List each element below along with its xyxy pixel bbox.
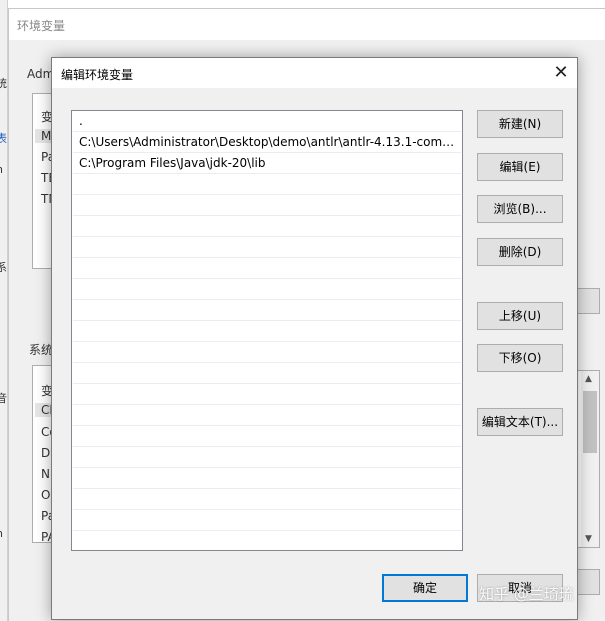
scroll-up-icon[interactable]: ▲ bbox=[585, 374, 592, 384]
path-row[interactable] bbox=[73, 321, 461, 342]
edge-text: n bbox=[0, 163, 3, 176]
move-up-button[interactable]: 上移(U) bbox=[477, 302, 563, 330]
path-row[interactable] bbox=[73, 363, 461, 384]
edge-text: 音 bbox=[0, 392, 7, 405]
edit-button[interactable]: 编辑(E) bbox=[477, 153, 563, 181]
path-text: C:\Users\Administrator\Desktop\demo\antl… bbox=[79, 135, 457, 149]
watermark-text: 知乎 @兰琦琉 bbox=[479, 585, 574, 603]
path-row[interactable] bbox=[73, 489, 461, 510]
browse-button[interactable]: 浏览(B)... bbox=[477, 195, 563, 223]
window-titlebar: 环境变量 bbox=[9, 9, 605, 40]
delete-button[interactable]: 删除(D) bbox=[477, 238, 563, 266]
path-row[interactable] bbox=[73, 174, 461, 195]
path-row[interactable] bbox=[73, 531, 461, 550]
path-row[interactable] bbox=[73, 426, 461, 447]
path-row[interactable] bbox=[73, 300, 461, 321]
path-row[interactable] bbox=[73, 216, 461, 237]
dialog-title: 编辑环境变量 bbox=[61, 68, 134, 82]
edge-text: 统 bbox=[0, 77, 7, 90]
window-title: 环境变量 bbox=[17, 19, 66, 33]
path-row[interactable]: . bbox=[73, 111, 461, 132]
path-text: . bbox=[79, 114, 83, 128]
edge-text: 表 bbox=[0, 132, 7, 145]
path-row[interactable] bbox=[73, 405, 461, 426]
path-row[interactable]: C:\Users\Administrator\Desktop\demo\antl… bbox=[73, 132, 461, 153]
edit-environment-variable-dialog: 编辑环境变量 ✕ . C:\Users\Administrator\Desktop… bbox=[51, 57, 578, 620]
dialog-titlebar: 编辑环境变量 ✕ bbox=[52, 58, 577, 88]
path-row[interactable] bbox=[73, 258, 461, 279]
ok-button[interactable]: 确定 bbox=[382, 574, 468, 602]
background-app-edge: 统 表 n 系 音 n bbox=[0, 0, 8, 621]
scroll-down-icon[interactable]: ▼ bbox=[585, 534, 592, 544]
path-row[interactable] bbox=[73, 279, 461, 300]
move-down-button[interactable]: 下移(O) bbox=[477, 344, 563, 372]
path-row[interactable] bbox=[73, 468, 461, 489]
scrollbar-thumb[interactable] bbox=[583, 391, 597, 453]
path-row[interactable]: C:\Program Files\Java\jdk-20\lib bbox=[73, 153, 461, 174]
path-row[interactable] bbox=[73, 384, 461, 405]
path-list[interactable]: . C:\Users\Administrator\Desktop\demo\ant… bbox=[71, 110, 463, 551]
new-button[interactable]: 新建(N) bbox=[477, 110, 563, 138]
path-row[interactable] bbox=[73, 510, 461, 531]
path-row[interactable] bbox=[73, 342, 461, 363]
scrollbar[interactable]: ▲ ▼ bbox=[581, 371, 599, 547]
edge-text: n bbox=[0, 527, 3, 540]
edit-text-button[interactable]: 编辑文本(T)... bbox=[477, 408, 563, 436]
edge-text: 系 bbox=[0, 261, 7, 274]
path-row[interactable] bbox=[73, 237, 461, 258]
path-row[interactable] bbox=[73, 195, 461, 216]
path-text: C:\Program Files\Java\jdk-20\lib bbox=[79, 156, 266, 170]
close-icon[interactable]: ✕ bbox=[548, 60, 574, 86]
path-row[interactable] bbox=[73, 447, 461, 468]
